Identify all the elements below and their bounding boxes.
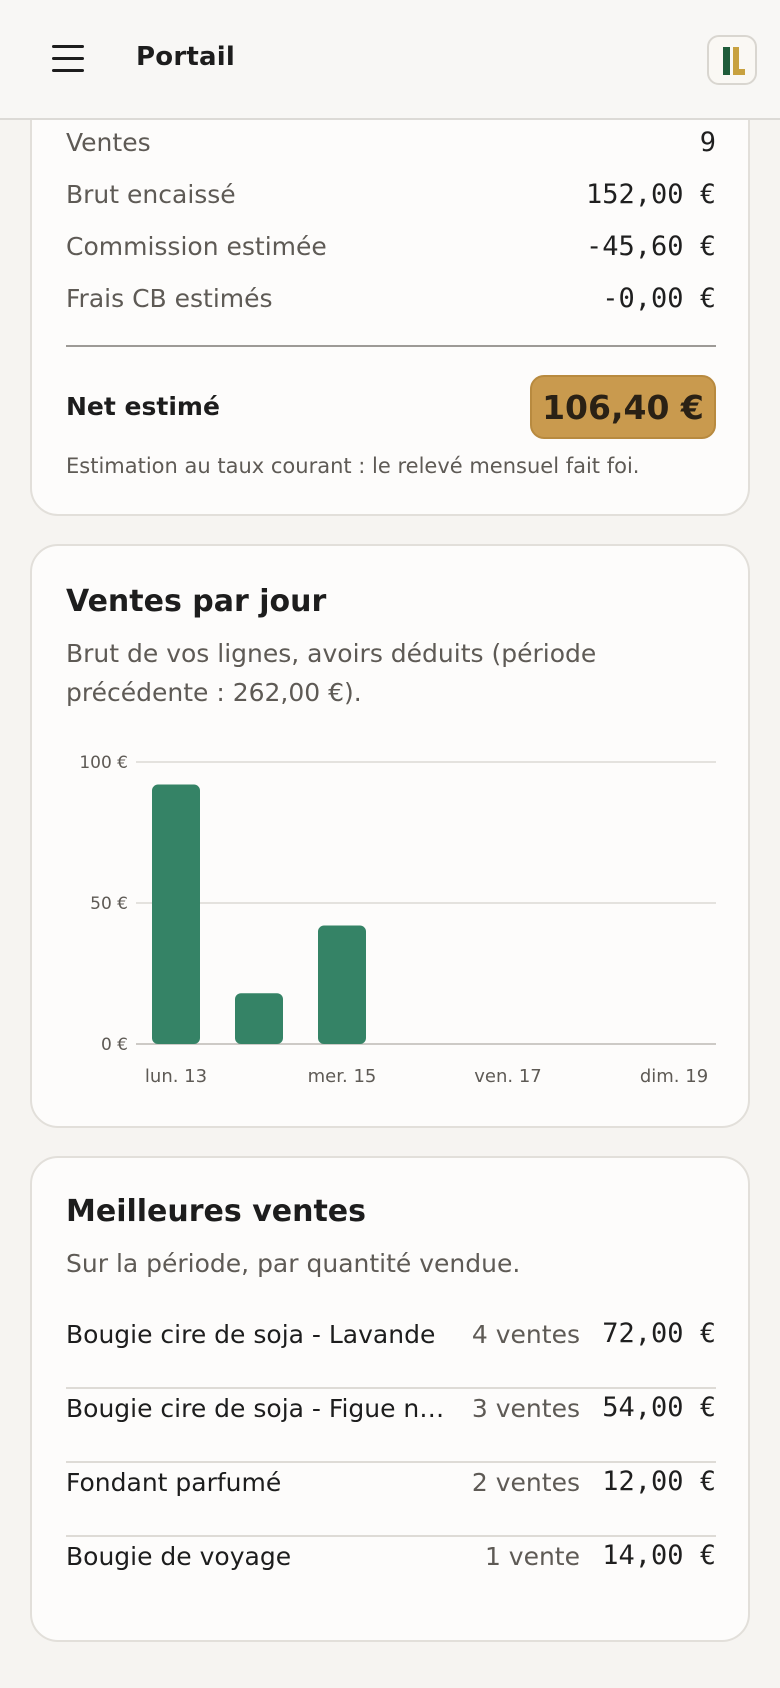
summary-label: Brut encaissé [66, 179, 236, 209]
product-qty: 3 ventes [471, 1394, 580, 1423]
summary-value: 152,00 € [585, 178, 716, 210]
chart-y-tick-label: 0 € [101, 1035, 128, 1055]
best-sellers-card: Meilleures ventes Sur la période, par qu… [30, 1156, 750, 1642]
summary-row-gross: Brut encaissé 152,00 € [66, 174, 716, 214]
best-seller-row[interactable]: Bougie de voyage 1 vente 14,00 € [66, 1522, 716, 1596]
summary-value: -45,60 € [585, 230, 716, 262]
chart-x-tick-label: lun. 13 [145, 1066, 207, 1087]
summary-row-commission: Commission estimée -45,60 € [66, 226, 716, 266]
hamburger-menu-icon[interactable] [52, 45, 84, 73]
best-seller-row[interactable]: Bougie cire de soja - Figue noire 3 vent… [66, 1374, 716, 1448]
chart-bar [235, 993, 283, 1044]
best-seller-row[interactable]: Fondant parfumé 2 ventes 12,00 € [66, 1448, 716, 1522]
product-amount: 14,00 € [602, 1540, 716, 1571]
summary-row-sales: Ventes 9 [66, 122, 716, 162]
summary-label: Ventes [66, 127, 151, 157]
product-name: Bougie de voyage [66, 1542, 292, 1571]
summary-value: -0,00 € [602, 282, 716, 314]
summary-label: Frais CB estimés [66, 283, 273, 313]
summary-label: Commission estimée [66, 231, 327, 261]
best-seller-row[interactable]: Bougie cire de soja - Lavande 4 ventes 7… [66, 1300, 716, 1374]
summary-value: 9 [699, 126, 716, 158]
brand-logo-icon[interactable] [707, 35, 757, 85]
chart-y-tick-label: 50 € [90, 894, 128, 914]
best-sellers-title: Meilleures ventes [66, 1194, 366, 1229]
chart-bar [318, 925, 366, 1044]
page-title: Portail [136, 42, 235, 72]
daily-sales-card: Ventes par jour Brut de vos lignes, avoi… [30, 544, 750, 1128]
chart-y-tick-label: 100 € [79, 753, 128, 773]
chart-x-tick-label: ven. 17 [474, 1066, 541, 1087]
product-qty: 4 ventes [471, 1320, 580, 1349]
product-amount: 72,00 € [602, 1318, 716, 1349]
summary-row-card-fees: Frais CB estimés -0,00 € [66, 278, 716, 318]
net-value-badge: 106,40 € [530, 375, 716, 439]
net-label: Net estimé [66, 392, 220, 421]
product-qty: 2 ventes [471, 1468, 580, 1497]
best-sellers-subtitle: Sur la période, par quantité vendue. [66, 1249, 521, 1278]
summary-divider [66, 345, 716, 347]
product-name: Fondant parfumé [66, 1468, 282, 1497]
summary-note: Estimation au taux courant : le relevé m… [66, 454, 640, 478]
product-amount: 12,00 € [602, 1466, 716, 1497]
chart-x-tick-label: dim. 19 [640, 1066, 708, 1087]
product-name: Bougie cire de soja - Figue noire [66, 1394, 446, 1423]
chart-x-tick-label: mer. 15 [308, 1066, 377, 1087]
product-qty: 1 vente [484, 1542, 580, 1571]
daily-sales-chart: 0 € 50 € 100 € lun. 13 mer. 15 ven. 17 dim. 19 [79, 753, 716, 1087]
app-header: Portail [0, 0, 780, 120]
chart-bar [152, 784, 200, 1044]
product-name: Bougie cire de soja - Lavande [66, 1320, 436, 1349]
product-amount: 54,00 € [602, 1392, 716, 1423]
